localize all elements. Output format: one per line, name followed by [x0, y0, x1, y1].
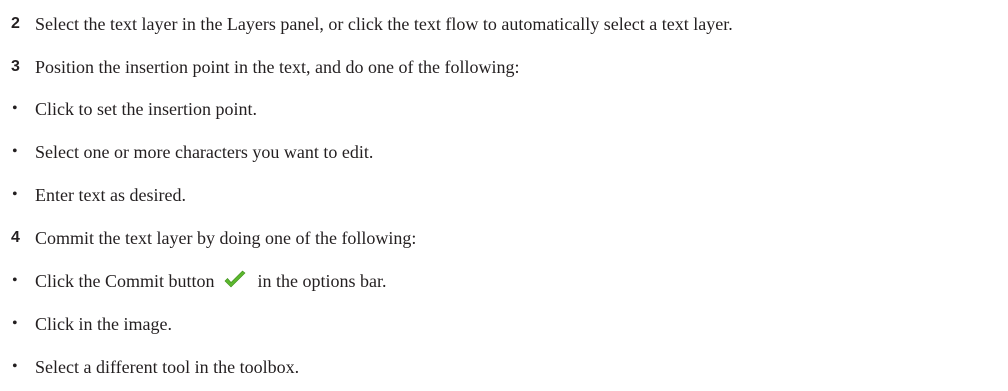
bullet: • — [12, 100, 18, 117]
bullet: • — [12, 186, 18, 203]
bullet: • — [12, 143, 18, 160]
bullet: • — [12, 315, 18, 332]
document-page: 2 Select the text layer in the Layers pa… — [0, 0, 1008, 391]
commit-text-after: in the options bar. — [257, 271, 387, 291]
list-item-text: Select a different tool in the toolbox. — [35, 357, 300, 377]
list-item-text: Enter text as desired. — [35, 185, 186, 205]
list-item-text: Click to set the insertion point. — [35, 99, 257, 119]
step-number: 2 — [11, 15, 20, 32]
bullet: • — [12, 272, 18, 289]
step-text: Commit the text layer by doing one of th… — [35, 228, 417, 248]
bullet: • — [12, 358, 18, 375]
step-text: Select the text layer in the Layers pane… — [35, 14, 733, 34]
step-number: 3 — [11, 58, 20, 75]
step-text: Position the insertion point in the text… — [35, 57, 520, 77]
checkmark-icon — [224, 270, 246, 288]
commit-text-before: Click the Commit button — [35, 271, 215, 291]
list-item-text: Select one or more characters you want t… — [35, 142, 374, 162]
list-item-text: Click the Commit button in the options b… — [35, 267, 387, 295]
list-item-text: Click in the image. — [35, 314, 172, 334]
step-number: 4 — [11, 229, 20, 246]
